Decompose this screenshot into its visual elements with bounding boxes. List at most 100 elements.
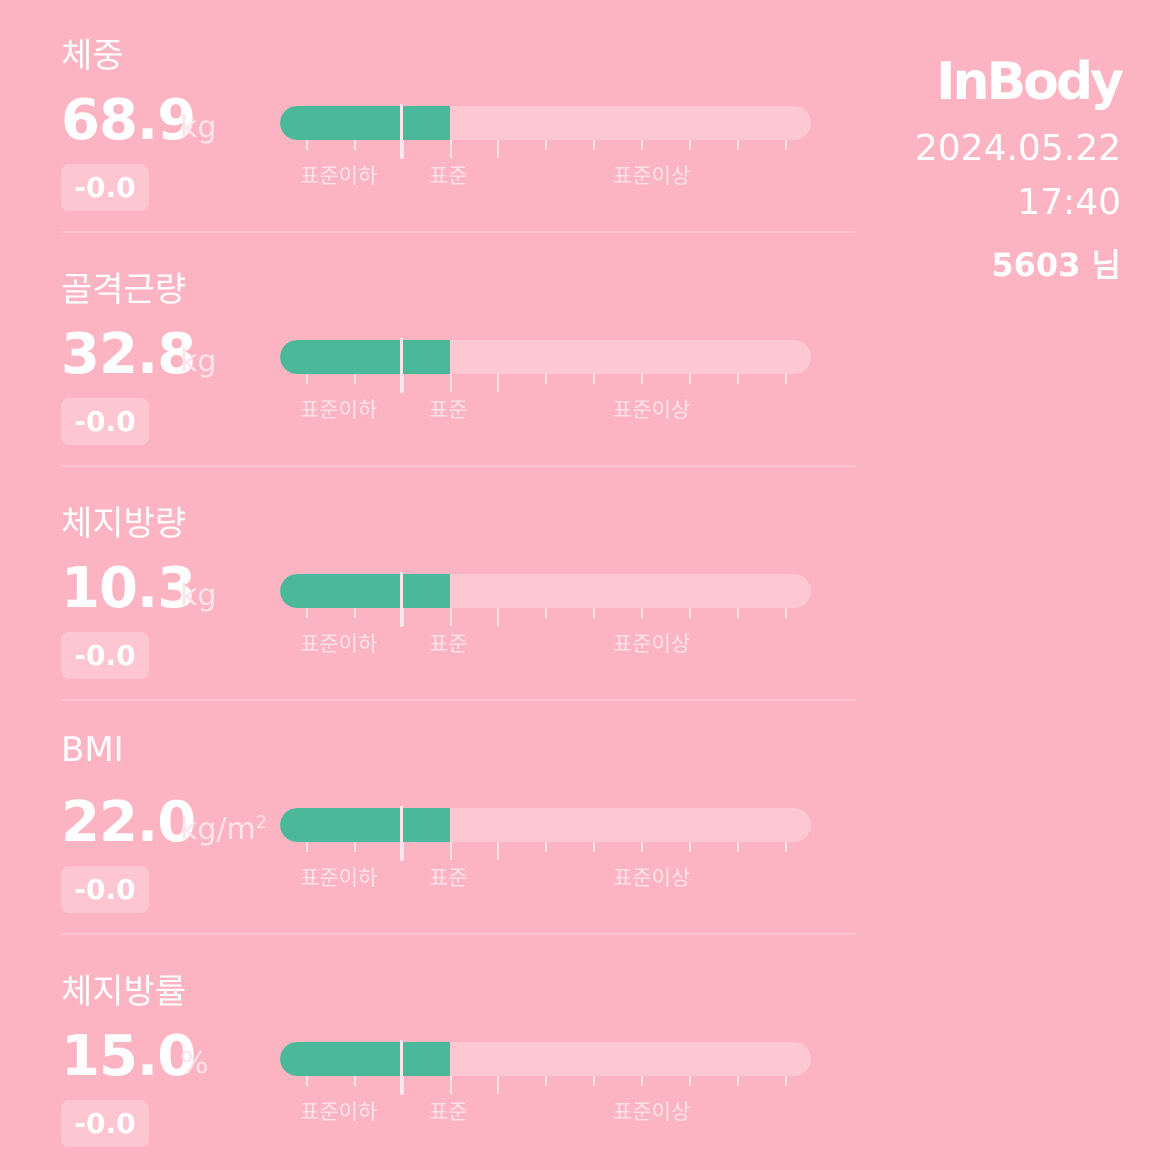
- change-badge: -0.0: [61, 398, 149, 445]
- metric-bmi: BMI 22.0 kg/m2 -0.0 표준이하 표준 표준이상: [0, 702, 860, 936]
- metric-value: 32.8: [61, 322, 196, 387]
- change-badge: -0.0: [61, 866, 149, 913]
- change-badge: -0.0: [61, 1100, 149, 1147]
- metric-unit: %: [180, 1046, 209, 1081]
- range-tick: [641, 140, 643, 150]
- range-bar-fill: [280, 106, 450, 140]
- metric-value: 68.9: [61, 88, 196, 153]
- range-tick: [689, 842, 691, 852]
- range-tick: [593, 140, 595, 150]
- range-tick: [402, 842, 404, 860]
- range-tick: [450, 1076, 452, 1094]
- range-tick: [737, 374, 739, 384]
- section-divider: [61, 933, 856, 935]
- range-bar: [280, 574, 811, 608]
- range-label-above: 표준이상: [613, 632, 691, 656]
- range-tick: [785, 374, 787, 384]
- metric-unit: kg: [180, 578, 217, 613]
- metric-title: 골격근량: [61, 270, 187, 310]
- metric-weight: 체중 68.9 kg -0.0 표준이하 표준 표준이상: [0, 0, 860, 234]
- metric-unit: kg: [180, 344, 217, 379]
- range-tick: [593, 608, 595, 618]
- range-tick: [545, 842, 547, 852]
- range-label-above: 표준이상: [613, 164, 691, 188]
- range-tick: [641, 374, 643, 384]
- range-tick: [306, 374, 308, 384]
- metric-body-fat-mass: 체지방량 10.3 kg -0.0 표준이하 표준 표준이상: [0, 468, 860, 702]
- range-tick: [689, 374, 691, 384]
- range-tick: [737, 842, 739, 852]
- range-label-above: 표준이상: [613, 1100, 691, 1124]
- range-tick: [593, 374, 595, 384]
- range-tick: [497, 1076, 499, 1094]
- range-label-normal: 표준: [429, 398, 468, 422]
- inbody-logo: InBody: [936, 52, 1124, 112]
- range-tick: [354, 140, 356, 150]
- metric-title: BMI: [61, 730, 124, 770]
- range-bar-fill: [280, 1042, 450, 1076]
- range-tick: [402, 374, 404, 392]
- range-tick: [306, 608, 308, 618]
- range-tick: [641, 842, 643, 852]
- range-label-below: 표준이하: [300, 866, 378, 890]
- metric-unit: kg/m2: [180, 812, 268, 847]
- range-tick: [354, 1076, 356, 1086]
- measurement-time: 17:40: [1017, 182, 1121, 223]
- range-tick: [306, 842, 308, 852]
- range-bar: [280, 808, 811, 842]
- section-divider: [61, 465, 856, 467]
- range-bar: [280, 1042, 811, 1076]
- range-bar: [280, 106, 811, 140]
- range-tick: [785, 608, 787, 618]
- range-tick: [402, 140, 404, 158]
- range-tick: [497, 608, 499, 626]
- range-tick: [306, 140, 308, 150]
- range-tick: [641, 608, 643, 618]
- range-label-normal: 표준: [429, 164, 468, 188]
- metric-body-fat-percent: 체지방률 15.0 % -0.0 표준이하 표준 표준이상: [0, 936, 860, 1170]
- range-tick: [593, 1076, 595, 1086]
- range-tick: [689, 1076, 691, 1086]
- range-bar: [280, 340, 811, 374]
- change-badge: -0.0: [61, 164, 149, 211]
- range-label-below: 표준이하: [300, 1100, 378, 1124]
- section-divider: [61, 231, 856, 233]
- range-bar-fill: [280, 340, 450, 374]
- range-tick: [689, 608, 691, 618]
- range-tick: [545, 374, 547, 384]
- range-label-above: 표준이상: [613, 866, 691, 890]
- range-tick: [689, 140, 691, 150]
- range-label-below: 표준이하: [300, 398, 378, 422]
- metric-value: 10.3: [61, 556, 196, 621]
- range-tick: [402, 1076, 404, 1094]
- range-tick: [497, 140, 499, 158]
- range-bar-fill: [280, 808, 450, 842]
- range-label-normal: 표준: [429, 632, 468, 656]
- range-tick: [450, 140, 452, 158]
- range-tick: [785, 1076, 787, 1086]
- change-badge: -0.0: [61, 632, 149, 679]
- range-tick: [737, 608, 739, 618]
- range-label-below: 표준이하: [300, 632, 378, 656]
- metric-title: 체지방량: [61, 504, 187, 544]
- metric-unit: kg: [180, 110, 217, 145]
- range-tick: [450, 842, 452, 860]
- range-tick: [545, 140, 547, 150]
- range-tick: [737, 140, 739, 150]
- range-tick: [497, 842, 499, 860]
- range-tick: [306, 1076, 308, 1086]
- metric-skeletal-muscle: 골격근량 32.8 kg -0.0 표준이하 표준 표준이상: [0, 234, 860, 468]
- range-tick: [737, 1076, 739, 1086]
- range-bar-fill: [280, 574, 450, 608]
- range-tick: [450, 374, 452, 392]
- range-label-below: 표준이하: [300, 164, 378, 188]
- measurement-date: 2024.05.22: [914, 128, 1121, 169]
- metric-title: 체중: [61, 36, 124, 76]
- metric-title: 체지방률: [61, 972, 187, 1012]
- range-tick: [545, 1076, 547, 1086]
- range-tick: [497, 374, 499, 392]
- range-tick: [545, 608, 547, 618]
- range-tick: [354, 842, 356, 852]
- range-label-above: 표준이상: [613, 398, 691, 422]
- range-tick: [402, 608, 404, 626]
